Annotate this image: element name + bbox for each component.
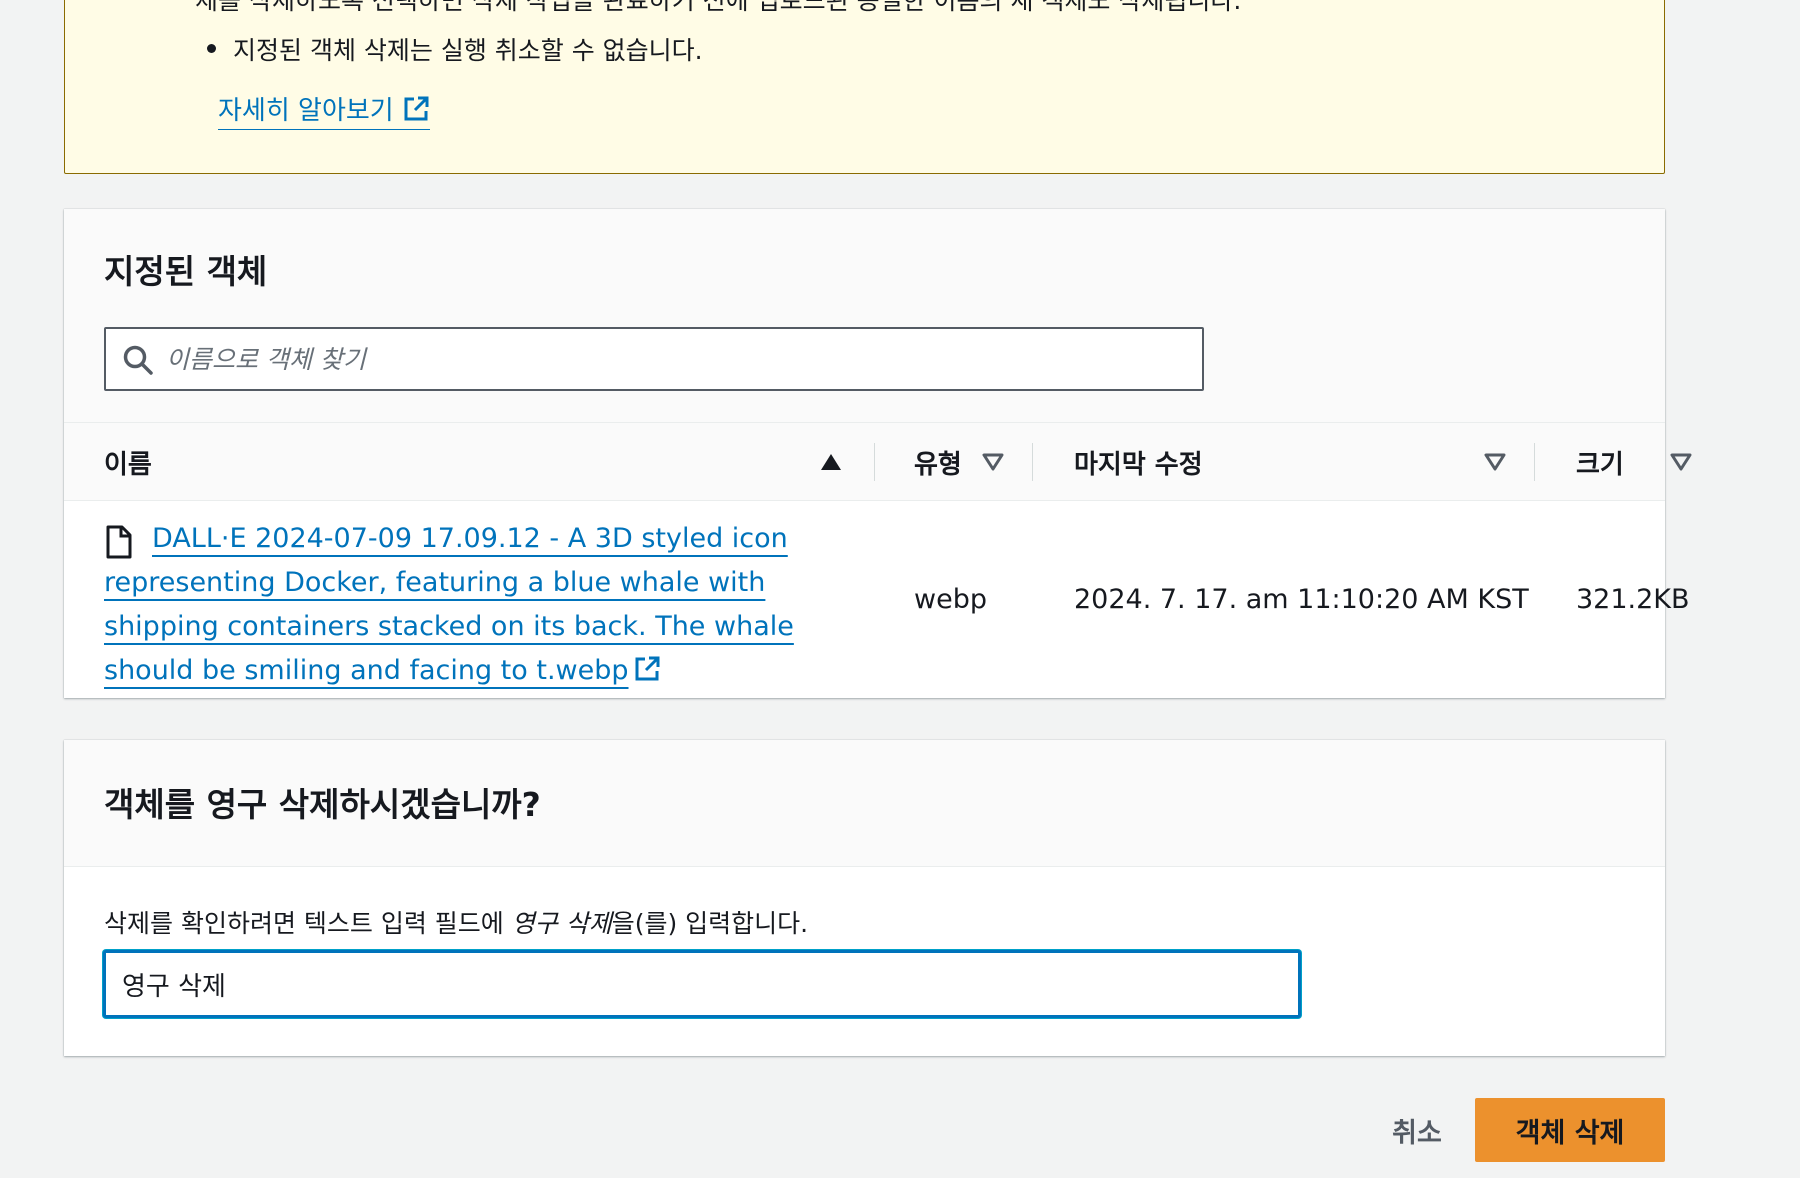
sort-ascending-icon[interactable] — [818, 449, 844, 475]
learn-more-label: 자세히 알아보기 — [218, 96, 394, 126]
column-size-label: 크기 — [1576, 449, 1624, 480]
column-divider[interactable] — [874, 443, 875, 481]
object-type-cell: webp — [914, 584, 987, 615]
alert-bullet-item: 지정된 객체 삭제는 실행 취소할 수 없습니다. — [207, 31, 703, 67]
learn-more-link[interactable]: 자세히 알아보기 — [218, 90, 430, 130]
table-row: DALL·E 2024-07-09 17.09.12 - A 3D styled… — [64, 501, 1690, 698]
external-link-icon — [402, 95, 430, 123]
column-divider[interactable] — [1534, 443, 1535, 481]
confirm-delete-panel: 객체를 영구 삭제하시겠습니까? 삭제를 확인하려면 텍스트 입력 필드에 영구… — [64, 740, 1665, 1056]
object-search-box[interactable] — [104, 327, 1204, 391]
confirm-panel-header: 객체를 영구 삭제하시겠습니까? — [64, 740, 1665, 867]
confirm-label-prefix: 삭제를 확인하려면 텍스트 입력 필드에 — [104, 909, 512, 938]
confirm-label-keyword: 영구 삭제 — [511, 909, 612, 938]
specified-objects-panel: 지정된 객체 이름 유형 마지막 수정 크기 — [64, 209, 1692, 698]
column-divider[interactable] — [1032, 443, 1033, 481]
column-header-name[interactable]: 이름 — [104, 423, 152, 501]
objects-table-header: 이름 유형 마지막 수정 크기 — [64, 423, 1692, 501]
bullet-dot-icon — [207, 44, 216, 53]
confirm-delete-input[interactable] — [103, 950, 1301, 1018]
alert-text-cut-line: 체를 삭제하도록 선택하면 삭제 작업을 완료하기 전에 업로드된 동일한 이름… — [195, 0, 1242, 15]
objects-panel-header: 지정된 객체 — [64, 209, 1665, 423]
column-header-type[interactable]: 유형 — [914, 423, 962, 501]
objects-panel-title: 지정된 객체 — [104, 252, 268, 291]
object-name-text: DALL·E 2024-07-09 17.09.12 - A 3D styled… — [104, 523, 794, 686]
alert-bullet-text: 지정된 객체 삭제는 실행 취소할 수 없습니다. — [233, 36, 703, 65]
confirm-instruction-label: 삭제를 확인하려면 텍스트 입력 필드에 영구 삭제을(를) 입력합니다. — [104, 904, 808, 940]
sort-descending-icon[interactable] — [980, 449, 1006, 475]
search-icon — [122, 344, 154, 376]
object-name-link[interactable]: DALL·E 2024-07-09 17.09.12 - A 3D styled… — [104, 517, 804, 693]
column-name-label: 이름 — [104, 449, 152, 480]
warning-alert: 체를 삭제하도록 선택하면 삭제 작업을 완료하기 전에 업로드된 동일한 이름… — [64, 0, 1665, 174]
confirm-panel-title: 객체를 영구 삭제하시겠습니까? — [104, 785, 541, 824]
external-link-icon — [633, 655, 661, 683]
object-size-cell: 321.2KB — [1576, 584, 1690, 615]
column-type-label: 유형 — [914, 449, 962, 480]
cancel-button[interactable]: 취소 — [1372, 1098, 1462, 1162]
object-search-input[interactable] — [166, 335, 1186, 383]
column-header-modified[interactable]: 마지막 수정 — [1074, 423, 1203, 501]
column-modified-label: 마지막 수정 — [1074, 449, 1203, 480]
confirm-label-suffix: 을(를) 입력합니다. — [611, 909, 809, 938]
column-header-size[interactable]: 크기 — [1576, 423, 1624, 501]
sort-descending-icon[interactable] — [1668, 449, 1694, 475]
object-modified-cell: 2024. 7. 17. am 11:10:20 AM KST — [1074, 584, 1529, 615]
sort-descending-icon[interactable] — [1482, 449, 1508, 475]
delete-objects-button[interactable]: 객체 삭제 — [1475, 1098, 1665, 1162]
